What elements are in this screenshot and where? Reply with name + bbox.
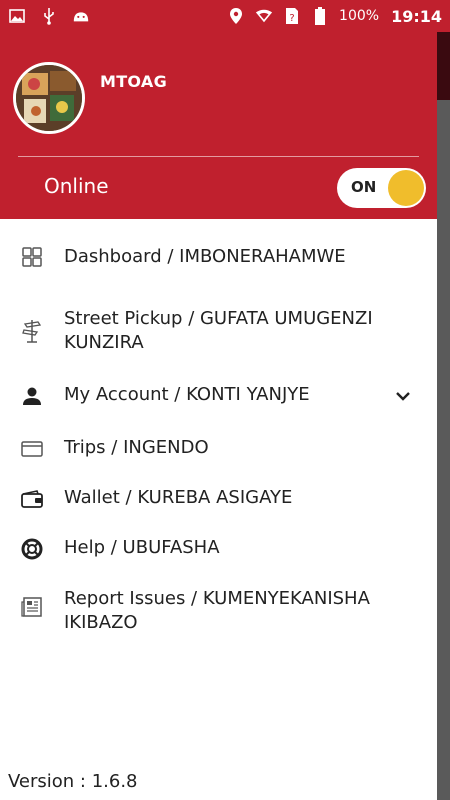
- sim-icon: ?: [283, 7, 301, 25]
- menu-label: Help / UBUFASHA: [64, 537, 220, 558]
- online-status-label: Online: [44, 174, 109, 198]
- chevron-down-icon[interactable]: [393, 386, 413, 406]
- menu-label: Trips / INGENDO: [64, 437, 209, 458]
- avatar[interactable]: [13, 62, 85, 134]
- menu-item-trips[interactable]: Trips / INGENDO: [0, 430, 437, 470]
- toggle-knob: [388, 170, 424, 206]
- background-scrim-top: [437, 32, 450, 100]
- status-bar: ? 100% 19:14: [0, 0, 450, 32]
- background-scrim[interactable]: [437, 32, 450, 800]
- menu-label: Report Issues / KUMENYEKANISHA IKIBAZO: [64, 588, 370, 633]
- battery-icon: [311, 7, 329, 25]
- clock: 19:14: [391, 6, 442, 26]
- lifebuoy-icon: [20, 537, 44, 561]
- usb-icon: [40, 7, 58, 25]
- menu-item-my-account[interactable]: My Account / KONTI YANJYE: [0, 377, 437, 417]
- drawer-header: MTOAG Online ON: [0, 32, 437, 219]
- newspaper-icon: [20, 595, 44, 619]
- app-version: Version : 1.6.8: [8, 771, 138, 792]
- android-icon: [72, 7, 90, 25]
- menu-item-street-pickup[interactable]: Street Pickup / GUFATA UMUGENZI KUNZIRA: [0, 301, 437, 359]
- menu-item-help[interactable]: Help / UBUFASHA: [0, 530, 437, 570]
- navigation-drawer: MTOAG Online ON Dashboard / IMBONERAHAMW…: [0, 32, 437, 800]
- header-divider: [18, 156, 419, 157]
- street-sign-icon: [20, 319, 44, 343]
- online-toggle[interactable]: ON: [337, 168, 426, 208]
- menu-item-dashboard[interactable]: Dashboard / IMBONERAHAMWE: [0, 239, 437, 279]
- menu-label: Wallet / KUREBA ASIGAYE: [64, 487, 293, 508]
- wallet-icon: [20, 487, 44, 511]
- dashboard-icon: [20, 245, 44, 269]
- image-icon: [8, 7, 26, 25]
- menu-label: Street Pickup / GUFATA UMUGENZI KUNZIRA: [64, 308, 373, 353]
- wifi-icon: [255, 7, 273, 25]
- menu-item-report-issues[interactable]: Report Issues / KUMENYEKANISHA IKIBAZO: [0, 581, 437, 639]
- person-icon: [20, 384, 44, 408]
- username: MTOAG: [100, 72, 168, 91]
- menu-item-wallet[interactable]: Wallet / KUREBA ASIGAYE: [0, 480, 437, 520]
- battery-level: 100%: [339, 8, 380, 24]
- card-icon: [20, 437, 44, 461]
- menu-label: My Account / KONTI YANJYE: [64, 384, 310, 405]
- toggle-label: ON: [351, 178, 377, 196]
- menu-label: Dashboard / IMBONERAHAMWE: [64, 246, 346, 267]
- location-icon: [227, 7, 245, 25]
- svg-text:?: ?: [289, 13, 294, 24]
